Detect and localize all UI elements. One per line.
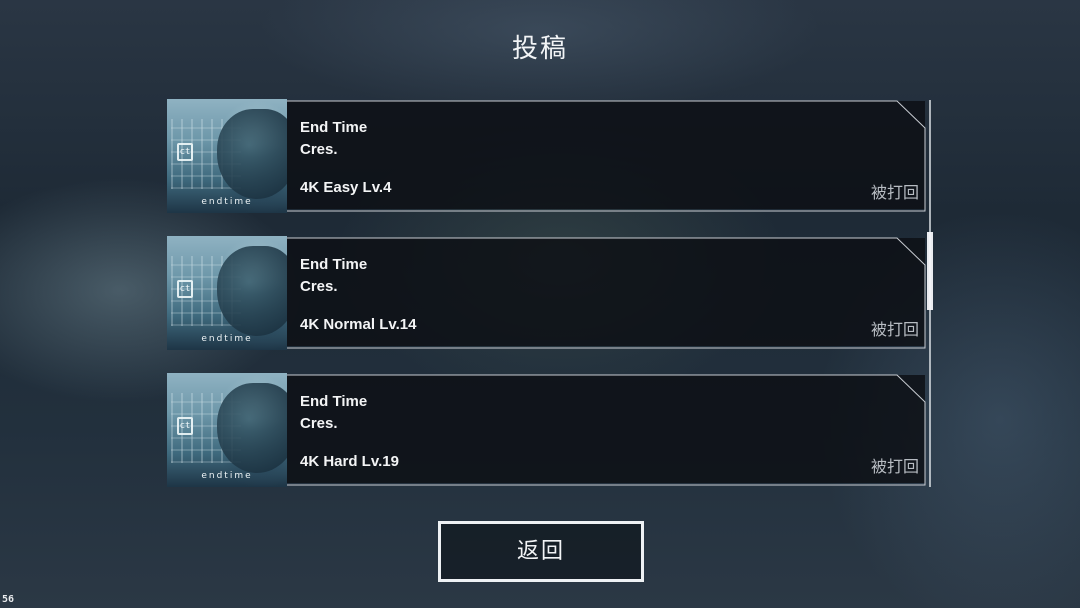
cover-title: endtime xyxy=(201,334,253,344)
song-title: End Time xyxy=(300,256,368,273)
album-cover: ct endtime xyxy=(167,373,287,487)
submission-list[interactable]: ct endtime End Time Cres. 4K Easy Lv.4 被… xyxy=(167,99,927,487)
cover-logo-icon: ct xyxy=(177,280,193,298)
song-artist: Cres. xyxy=(300,141,338,158)
cover-title: endtime xyxy=(201,471,253,481)
chart-level: 4K Normal Lv.14 xyxy=(300,316,417,333)
back-button[interactable]: 返回 xyxy=(438,521,644,582)
app-root: 投稿 ct endtime End Time Cres. 4K Easy Lv.… xyxy=(0,0,1080,608)
fps-counter: 56 xyxy=(2,594,15,605)
page-title: 投稿 xyxy=(511,34,568,64)
song-artist: Cres. xyxy=(300,278,338,295)
submission-card[interactable]: ct endtime End Time Cres. 4K Easy Lv.4 被… xyxy=(167,99,927,215)
song-title: End Time xyxy=(300,393,368,410)
album-cover: ct endtime xyxy=(167,236,287,350)
chart-level: 4K Easy Lv.4 xyxy=(300,179,392,196)
cover-logo-icon: ct xyxy=(177,143,193,161)
status-label: 被打回 xyxy=(870,183,919,202)
submission-card[interactable]: ct endtime End Time Cres. 4K Normal Lv.1… xyxy=(167,236,927,352)
cover-foliage xyxy=(217,246,287,336)
cover-foliage xyxy=(217,109,287,199)
cover-title: endtime xyxy=(201,197,253,207)
song-artist: Cres. xyxy=(300,415,338,432)
album-cover: ct endtime xyxy=(167,99,287,213)
status-label: 被打回 xyxy=(870,457,919,476)
cover-logo-icon: ct xyxy=(177,417,193,435)
scrollbar-thumb[interactable] xyxy=(927,232,933,310)
cover-foliage xyxy=(217,383,287,473)
submission-card[interactable]: ct endtime End Time Cres. 4K Hard Lv.19 … xyxy=(167,373,927,489)
song-title: End Time xyxy=(300,119,368,136)
chart-level: 4K Hard Lv.19 xyxy=(300,453,399,470)
status-label: 被打回 xyxy=(870,320,919,339)
